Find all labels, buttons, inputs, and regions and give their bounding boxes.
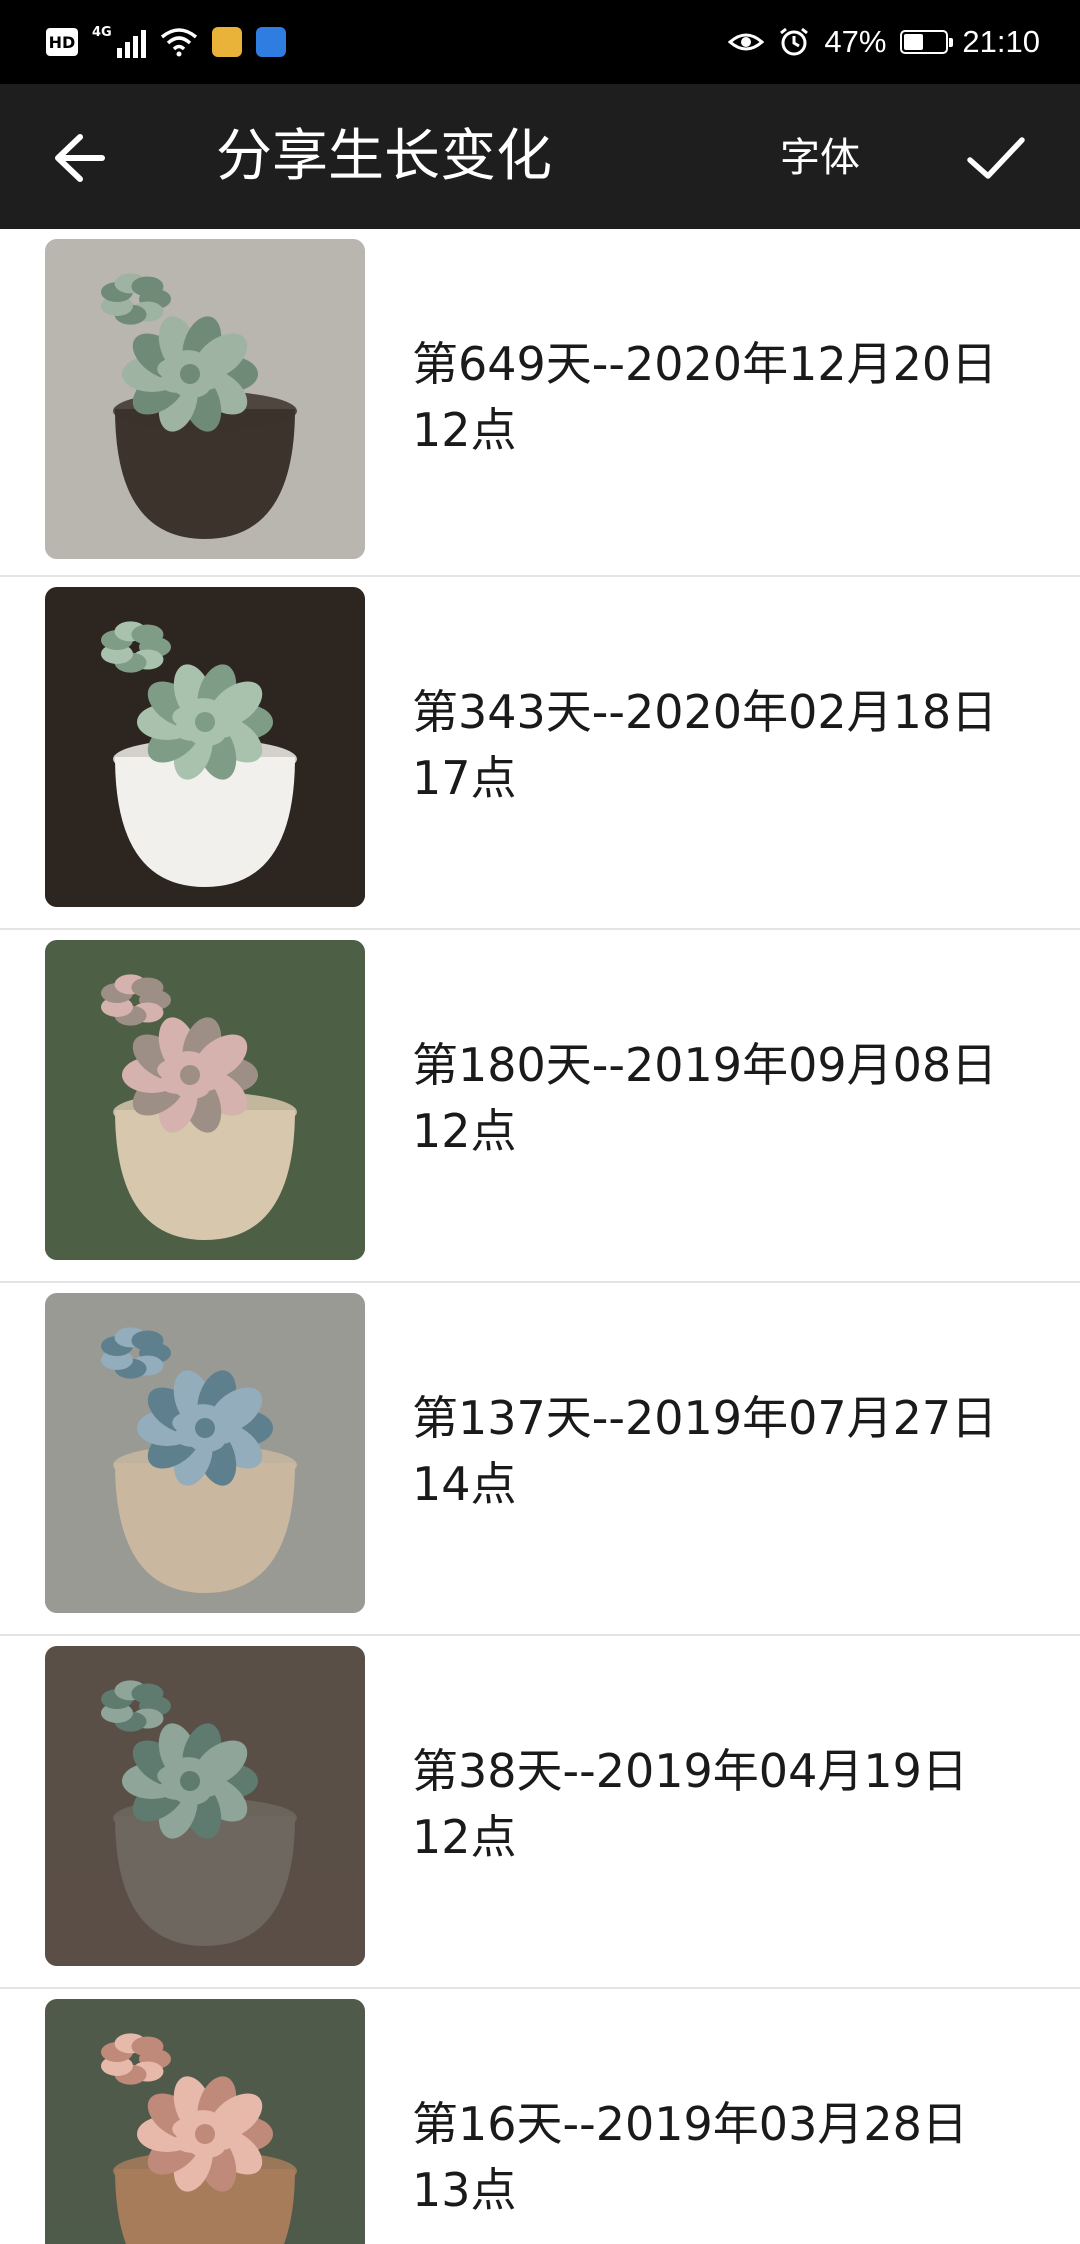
alarm-icon [780,27,809,56]
battery-level-fill [904,34,923,50]
growth-photo-thumbnail[interactable] [45,940,365,1260]
record-day-and-date: 第137天--2019年07月27日 [412,1391,998,1445]
record-hour: 14点 [412,1457,517,1511]
back-button[interactable] [40,120,116,196]
growth-record-caption: 第16天--2019年03月28日 13点 [412,2091,1052,2223]
record-day-and-date: 第649天--2020年12月20日 [412,337,998,391]
list-item[interactable]: 第16天--2019年03月28日 13点 [0,1989,1080,2244]
battery-icon [900,30,954,54]
hd-badge: HD [46,28,78,56]
notification-app-icon [211,27,242,57]
succulent-photo [45,239,365,559]
growth-record-caption: 第649天--2020年12月20日 12点 [412,331,1052,463]
list-item[interactable]: 第649天--2020年12月20日 12点 [0,229,1080,577]
record-day-and-date: 第38天--2019年04月19日 [412,1744,968,1798]
succulent-photo [45,940,365,1260]
list-item[interactable]: 第38天--2019年04月19日 12点 [0,1636,1080,1989]
list-item[interactable]: 第180天--2019年09月08日 12点 [0,930,1080,1283]
font-button[interactable]: 字体 [780,132,860,184]
battery-percent: 47% [824,24,887,59]
title-bar: 分享生长变化 字体 [0,84,1080,229]
eye-icon [728,33,765,51]
record-hour: 12点 [412,403,517,457]
succulent-photo [45,1293,365,1613]
status-bar: HD 4G 47% 21:10 [0,0,1080,84]
page-title: 分享生长变化 [216,124,552,189]
record-day-and-date: 第180天--2019年09月08日 [412,1038,998,1092]
growth-record-list[interactable]: 第649天--2020年12月20日 12点 第343天--2020年02月18日 1… [0,229,1080,2244]
list-item[interactable]: 第343天--2020年02月18日 17点 [0,577,1080,930]
list-item[interactable]: 第137天--2019年07月27日 14点 [0,1283,1080,1636]
growth-photo-thumbnail[interactable] [45,587,365,907]
wifi-icon [160,28,197,57]
status-bar-left: HD 4G [46,26,286,58]
record-hour: 13点 [412,2163,517,2217]
growth-record-caption: 第180天--2019年09月08日 12点 [412,1032,1052,1164]
arrow-left-icon [55,134,105,182]
growth-photo-thumbnail[interactable] [45,1293,365,1613]
record-day-and-date: 第16天--2019年03月28日 [412,2097,968,2151]
growth-photo-thumbnail[interactable] [45,1999,365,2244]
succulent-photo [45,587,365,907]
record-hour: 12点 [412,1104,517,1158]
record-hour: 17点 [412,751,517,805]
record-day-and-date: 第343天--2020年02月18日 [412,685,998,739]
shield-icon [255,27,286,57]
growth-photo-thumbnail[interactable] [45,239,365,559]
record-hour: 12点 [412,1810,517,1864]
growth-record-caption: 第137天--2019年07月27日 14点 [412,1385,1052,1517]
confirm-button[interactable] [956,120,1036,196]
growth-record-caption: 第343天--2020年02月18日 17点 [412,679,1052,811]
growth-photo-thumbnail[interactable] [45,1646,365,1966]
network-type-label: 4G [92,25,112,40]
growth-record-caption: 第38天--2019年04月19日 12点 [412,1738,1052,1870]
check-icon [967,137,1025,179]
cellular-signal-icon: 4G [92,26,146,58]
succulent-photo [45,1646,365,1966]
clock: 21:10 [962,24,1040,59]
status-bar-right: 47% 21:10 [728,24,1040,60]
succulent-photo [45,1999,365,2244]
